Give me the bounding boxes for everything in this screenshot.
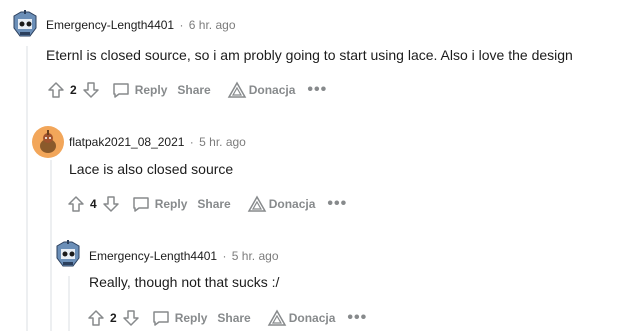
thread-line[interactable] — [26, 46, 28, 331]
separator-dot: · — [179, 18, 184, 32]
upvote-icon[interactable] — [66, 194, 86, 214]
comment-text: Really, though not that sucks :/ — [89, 274, 280, 290]
username-link[interactable]: flatpak2021_08_2021 — [69, 135, 184, 149]
award-button[interactable]: Donacja — [227, 81, 296, 99]
downvote-icon[interactable] — [81, 80, 101, 100]
share-label: Share — [197, 197, 231, 211]
thread-line[interactable] — [68, 276, 70, 331]
award-icon — [247, 195, 267, 212]
username-link[interactable]: Emergency-Length4401 — [46, 18, 174, 32]
downvote-icon[interactable] — [121, 308, 141, 328]
comment-text: Eternl is closed source, so i am probly … — [46, 47, 573, 63]
award-button[interactable]: Donacja — [247, 195, 316, 213]
comment-actions: 2 Reply Share Donacja ••• — [86, 306, 367, 330]
comment-meta: Emergency-Length4401 · 6 hr. ago — [46, 18, 236, 32]
comment-text: Lace is also closed source — [69, 161, 234, 177]
award-label: Donacja — [268, 197, 316, 211]
vote-score: 2 — [110, 311, 117, 325]
timestamp[interactable]: 6 hr. ago — [189, 18, 236, 32]
upvote-icon[interactable] — [86, 308, 106, 328]
more-options-button[interactable]: ••• — [307, 82, 327, 98]
share-label: Share — [177, 83, 211, 97]
comment-bubble-icon — [112, 83, 129, 98]
timestamp[interactable]: 5 hr. ago — [199, 135, 246, 149]
reply-label: Reply — [174, 311, 208, 325]
username-link[interactable]: Emergency-Length4401 — [89, 249, 217, 263]
award-label: Donacja — [288, 311, 336, 325]
comment-meta: Emergency-Length4401 · 5 hr. ago — [89, 249, 279, 263]
downvote-icon[interactable] — [101, 194, 121, 214]
avatar[interactable] — [31, 125, 65, 159]
avatar[interactable] — [8, 8, 42, 42]
comment-actions: 2 Reply Share Donacja ••• — [46, 78, 327, 102]
vote-score: 2 — [70, 83, 77, 97]
share-button[interactable]: Share — [217, 311, 250, 325]
share-label: Share — [217, 311, 251, 325]
upvote-icon[interactable] — [46, 80, 66, 100]
reply-button[interactable]: Reply — [111, 80, 168, 100]
award-icon — [267, 309, 287, 326]
timestamp[interactable]: 5 hr. ago — [232, 249, 279, 263]
comment-meta: flatpak2021_08_2021 · 5 hr. ago — [69, 135, 246, 149]
vote-score: 4 — [90, 197, 97, 211]
more-options-button[interactable]: ••• — [347, 310, 367, 326]
comment-bubble-icon — [152, 311, 169, 326]
reply-button[interactable]: Reply — [151, 308, 208, 328]
award-button[interactable]: Donacja — [267, 309, 336, 327]
reply-label: Reply — [154, 197, 188, 211]
share-button[interactable]: Share — [177, 83, 210, 97]
separator-dot: · — [189, 135, 194, 149]
award-icon — [227, 81, 247, 98]
separator-dot: · — [222, 249, 227, 263]
comment-bubble-icon — [132, 197, 149, 212]
more-options-button[interactable]: ••• — [327, 196, 347, 212]
comment-actions: 4 Reply Share Donacja ••• — [66, 192, 347, 216]
reply-label: Reply — [134, 83, 168, 97]
share-button[interactable]: Share — [197, 197, 230, 211]
award-label: Donacja — [248, 83, 296, 97]
reply-button[interactable]: Reply — [131, 194, 188, 214]
avatar[interactable] — [51, 238, 85, 272]
